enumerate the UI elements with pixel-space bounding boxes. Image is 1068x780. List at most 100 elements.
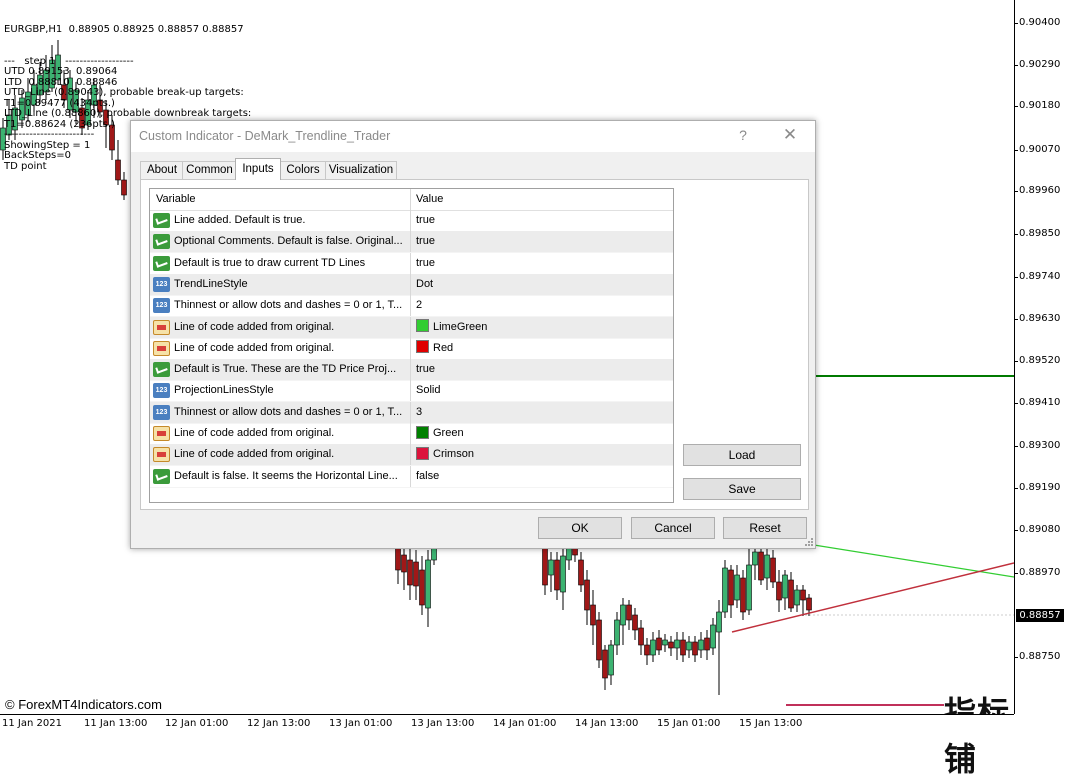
color-swatch bbox=[416, 446, 429, 460]
variable-name: Line of code added from original. bbox=[174, 341, 335, 354]
table-row[interactable]: 123 ProjectionLinesStyle Solid bbox=[150, 380, 673, 403]
candle-body bbox=[740, 577, 746, 613]
table-row[interactable]: 123 Thinnest or allow dots and dashes = 0… bbox=[150, 401, 673, 424]
value-cell[interactable]: Green bbox=[412, 423, 670, 444]
candle-body bbox=[710, 624, 716, 649]
value-cell[interactable]: 3 bbox=[412, 402, 670, 423]
value-cell[interactable]: true bbox=[412, 231, 670, 252]
value-cell[interactable]: Dot bbox=[412, 274, 670, 295]
value-cell[interactable]: 2 bbox=[412, 295, 670, 316]
price-tick-label: 0.89190 bbox=[1013, 482, 1061, 493]
candle-body bbox=[728, 569, 734, 606]
variable-name: Line of code added from original. bbox=[174, 320, 335, 333]
value-text-wrap: Dot bbox=[416, 274, 433, 295]
value-text: 2 bbox=[416, 299, 423, 312]
candle-body bbox=[758, 551, 764, 581]
table-row[interactable]: Line of code added from original. Green bbox=[150, 423, 673, 445]
value-text: Solid bbox=[416, 384, 441, 397]
table-row[interactable]: Line of code added from original. Crimson bbox=[150, 444, 673, 467]
variable-name: ProjectionLinesStyle bbox=[174, 384, 274, 397]
value-text: true bbox=[416, 363, 435, 376]
number-type-icon: 123 bbox=[153, 404, 170, 420]
candle-body bbox=[578, 559, 584, 586]
ok-button[interactable]: OK bbox=[538, 517, 622, 539]
candle-body bbox=[407, 559, 413, 586]
price-tick-label: 0.90290 bbox=[1013, 59, 1061, 70]
dialog-title: Custom Indicator - DeMark_Trendline_Trad… bbox=[139, 129, 391, 143]
table-row[interactable]: 123 TrendLineStyle Dot bbox=[150, 273, 673, 296]
tab-visualization[interactable]: Visualization bbox=[325, 161, 397, 179]
variable-cell: Line of code added from original. bbox=[150, 444, 411, 466]
info-line: UTD_Line (0.89043), probable break-up ta… bbox=[4, 87, 244, 98]
table-row[interactable]: 123 Thinnest or allow dots and dashes = 0… bbox=[150, 295, 673, 318]
table-row[interactable]: Default is True. These are the TD Price … bbox=[150, 359, 673, 382]
table-row[interactable]: Optional Comments. Default is false. Ori… bbox=[150, 231, 673, 254]
value-text: Crimson bbox=[433, 448, 474, 461]
load-button[interactable]: Load bbox=[683, 444, 801, 466]
number-type-icon: 123 bbox=[153, 383, 170, 399]
value-cell[interactable]: true bbox=[412, 359, 670, 380]
value-cell[interactable]: Red bbox=[412, 338, 670, 359]
info-line: LTD_Line (0.88860), probable downbreak t… bbox=[4, 108, 252, 119]
resize-grip-icon[interactable] bbox=[805, 538, 813, 546]
variable-cell: Default is True. These are the TD Price … bbox=[150, 359, 411, 381]
candle-body bbox=[542, 547, 548, 586]
boolean-type-icon bbox=[153, 213, 170, 228]
dialog-titlebar[interactable]: Custom Indicator - DeMark_Trendline_Trad… bbox=[131, 121, 815, 152]
value-cell[interactable]: true bbox=[412, 253, 670, 274]
table-row[interactable]: Default is false. It seems the Horizonta… bbox=[150, 465, 673, 488]
value-text-wrap: true bbox=[416, 231, 435, 252]
column-header-variable[interactable]: Variable bbox=[150, 189, 411, 210]
tab-colors[interactable]: Colors bbox=[279, 161, 327, 179]
boolean-type-icon bbox=[153, 468, 170, 484]
candle-body bbox=[626, 604, 632, 621]
value-cell[interactable]: false bbox=[412, 466, 670, 487]
value-cell[interactable]: Crimson bbox=[412, 444, 670, 465]
candle-body bbox=[620, 604, 626, 626]
inputs-tab-panel: Variable Value Line added. Default is tr… bbox=[140, 179, 809, 510]
table-row[interactable]: Line of code added from original. Red bbox=[150, 337, 673, 360]
current-price-label: 0.88857 bbox=[1016, 609, 1064, 622]
candle-body bbox=[650, 639, 656, 656]
tab-common[interactable]: Common bbox=[182, 161, 237, 179]
grid-header: Variable Value bbox=[150, 189, 673, 211]
value-text-wrap: true bbox=[416, 210, 435, 231]
table-row[interactable]: Default is true to draw current TD Lines… bbox=[150, 252, 673, 275]
cancel-button[interactable]: Cancel bbox=[631, 517, 715, 539]
variable-cell: Default is false. It seems the Horizonta… bbox=[150, 465, 411, 487]
candle-body bbox=[752, 551, 758, 566]
value-cell[interactable]: Solid bbox=[412, 380, 670, 401]
value-cell[interactable]: LimeGreen bbox=[412, 317, 670, 338]
candle-body bbox=[644, 644, 650, 656]
candle-body bbox=[698, 639, 704, 651]
table-row[interactable]: Line of code added from original. LimeGre… bbox=[150, 316, 673, 339]
variable-name: Default is True. These are the TD Price … bbox=[174, 363, 397, 376]
candle-body bbox=[632, 614, 638, 631]
time-tick-label: 13 Jan 13:00 bbox=[411, 718, 475, 729]
price-tick-label: 0.90400 bbox=[1013, 17, 1061, 28]
tab-about[interactable]: About bbox=[140, 161, 184, 179]
time-tick-label: 15 Jan 01:00 bbox=[657, 718, 721, 729]
reset-button[interactable]: Reset bbox=[723, 517, 807, 539]
tab-inputs[interactable]: Inputs bbox=[235, 158, 281, 180]
variable-cell: 123 ProjectionLinesStyle bbox=[150, 380, 411, 402]
candle-body bbox=[662, 639, 668, 646]
candle-body bbox=[548, 559, 554, 576]
candle-body bbox=[638, 627, 644, 646]
column-header-value[interactable]: Value bbox=[412, 189, 670, 210]
table-row[interactable]: Line added. Default is true. true bbox=[150, 210, 673, 232]
variable-name: Optional Comments. Default is false. Ori… bbox=[174, 235, 403, 248]
candle-body bbox=[566, 547, 572, 561]
candle-body bbox=[734, 574, 740, 601]
help-button[interactable]: ? bbox=[735, 127, 751, 143]
save-button[interactable]: Save bbox=[683, 478, 801, 500]
close-icon[interactable]: ✕ bbox=[781, 125, 799, 145]
value-text: false bbox=[416, 469, 440, 482]
value-cell[interactable]: true bbox=[412, 210, 670, 231]
boolean-type-icon bbox=[153, 362, 170, 378]
candle-body bbox=[680, 639, 686, 656]
custom-indicator-dialog: Custom Indicator - DeMark_Trendline_Trad… bbox=[130, 120, 816, 549]
price-tick-label: 0.90070 bbox=[1013, 144, 1061, 155]
time-tick-label: 11 Jan 13:00 bbox=[84, 718, 148, 729]
value-text-wrap: Red bbox=[416, 338, 453, 359]
